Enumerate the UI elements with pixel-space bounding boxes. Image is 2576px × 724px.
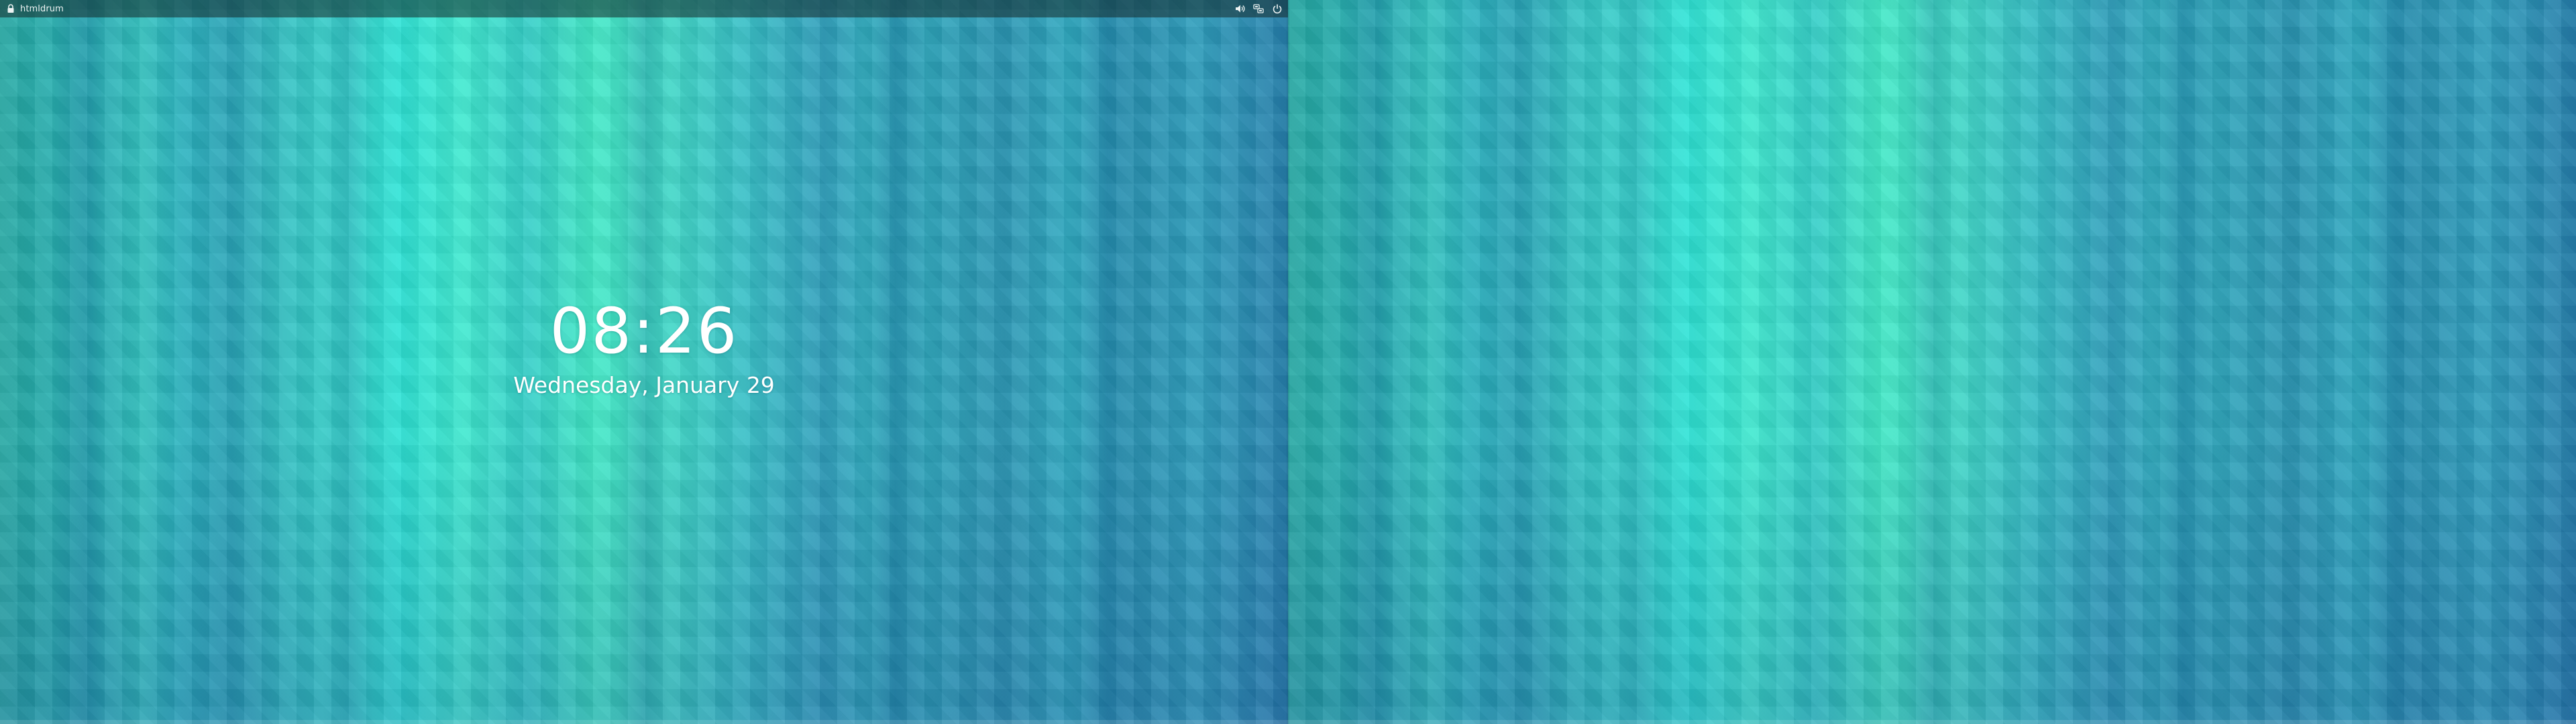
top-bar-left: htmldrum [7,4,64,14]
clock-time: 08:26 [549,295,739,368]
volume-icon[interactable] [1234,3,1245,14]
power-icon[interactable] [1272,3,1283,14]
network-icon[interactable] [1253,3,1264,14]
clock-date: Wednesday, January 29 [513,372,775,398]
left-monitor-lock-screen: htmldrum 08:26 Wednesday, January 29 [0,0,1288,724]
bottom-edge [0,720,2576,724]
right-monitor-wallpaper [1288,0,2576,724]
desktop: htmldrum 08:26 Wednesday, January 29 [0,0,2576,724]
host-name: htmldrum [20,3,64,14]
lock-screen-clock: 08:26 Wednesday, January 29 [0,295,1288,398]
lock-icon [7,4,15,13]
system-tray[interactable] [1234,3,1283,14]
monitor-divider [1287,0,1289,724]
top-bar: htmldrum [0,0,1288,17]
